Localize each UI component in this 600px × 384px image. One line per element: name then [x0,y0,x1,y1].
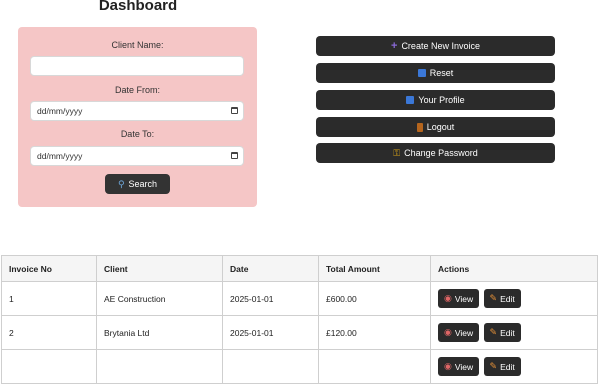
view-label: View [454,327,474,338]
date-to-placeholder: dd/mm/yyyy [37,151,83,161]
plus-icon: + [391,40,398,52]
eye-icon: ◉ [444,361,452,371]
view-button[interactable]: ◉ View [438,357,480,376]
key-icon: ⚿ [393,147,401,158]
view-label: View [454,361,474,372]
cell-client [96,349,223,384]
calendar-icon[interactable] [231,152,238,159]
header-total-amount: Total Amount [318,255,431,282]
edit-button[interactable]: ✎ Edit [483,289,521,308]
create-new-invoice-label: Create New Invoice [401,41,480,51]
calendar-icon[interactable] [231,107,238,114]
search-label: Search [128,179,158,189]
date-from-label: Date From: [114,85,160,95]
search-button[interactable]: ⚲ Search [105,174,170,194]
view-button[interactable]: ◉ View [438,323,480,342]
view-button[interactable]: ◉ View [438,289,480,308]
pencil-icon: ✎ [489,361,498,371]
edit-label: Edit [500,293,515,304]
door-icon [416,122,423,132]
table-header-row: Invoice No Client Date Total Amount Acti… [1,255,598,282]
client-name-input[interactable] [30,56,244,76]
cell-date [222,349,319,384]
header-client: Client [96,255,223,282]
change-password-label: Change Password [404,148,478,158]
cell-actions: ◉ View ✎ Edit [430,349,598,384]
filter-panel: Client Name: Date From: dd/mm/yyyy Date … [18,27,257,207]
cell-date: 2025-01-01 [222,315,319,350]
date-from-input[interactable]: dd/mm/yyyy [30,101,244,121]
your-profile-button[interactable]: Your Profile [316,90,555,110]
edit-label: Edit [500,327,515,338]
cell-invoice-no [1,349,97,384]
magnifier-icon: ⚲ [117,178,125,189]
eye-icon: ◉ [444,293,452,303]
header-invoice-no: Invoice No [1,255,97,282]
edit-button[interactable]: ✎ Edit [483,323,521,342]
reset-icon [417,69,426,77]
page-title: Dashboard [98,0,178,14]
reset-label: Reset [429,68,454,78]
cell-invoice-no: 2 [1,315,97,350]
table-row: 1 AE Construction 2025-01-01 £600.00 ◉ Vi… [1,281,598,316]
edit-button[interactable]: ✎ Edit [483,357,521,376]
table-row: ◉ View ✎ Edit [1,349,598,384]
cell-actions: ◉ View ✎ Edit [430,315,598,350]
view-label: View [454,293,474,304]
cell-client: AE Construction [96,281,223,316]
create-new-invoice-button[interactable]: + Create New Invoice [316,36,555,56]
pencil-icon: ✎ [489,293,498,303]
cell-client: Brytania Ltd [96,315,223,350]
cell-total: £120.00 [318,315,431,350]
date-to-label: Date To: [120,129,155,139]
cell-actions: ◉ View ✎ Edit [430,281,598,316]
cell-invoice-no: 1 [1,281,97,316]
invoices-table: Invoice No Client Date Total Amount Acti… [1,255,598,384]
header-actions: Actions [430,255,598,282]
cell-total [318,349,431,384]
cell-date: 2025-01-01 [222,281,319,316]
header-date: Date [222,255,319,282]
reset-button[interactable]: Reset [316,63,555,83]
logout-button[interactable]: Logout [316,117,555,137]
edit-label: Edit [500,361,515,372]
change-password-button[interactable]: ⚿ Change Password [316,143,555,163]
date-to-input[interactable]: dd/mm/yyyy [30,146,244,166]
date-from-placeholder: dd/mm/yyyy [37,106,83,116]
pencil-icon: ✎ [489,327,498,337]
eye-icon: ◉ [444,327,452,337]
cell-total: £600.00 [318,281,431,316]
table-row: 2 Brytania Ltd 2025-01-01 £120.00 ◉ View … [1,315,598,350]
client-name-label: Client Name: [111,40,164,50]
logout-label: Logout [426,122,455,132]
profile-icon [406,96,415,104]
your-profile-label: Your Profile [418,95,465,105]
